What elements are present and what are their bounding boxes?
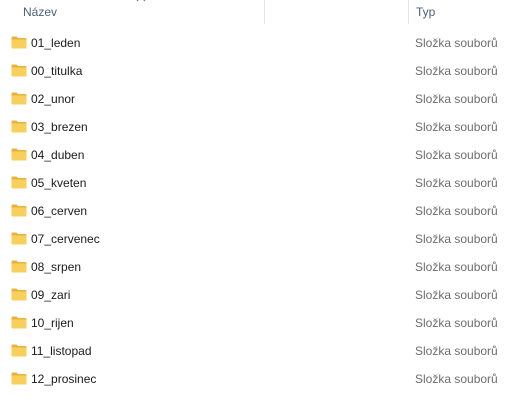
file-type: Složka souborů xyxy=(415,92,498,106)
file-row[interactable]: 00_titulka Složka souborů xyxy=(0,57,518,85)
file-name: 07_cervenec xyxy=(31,232,100,246)
file-type: Složka souborů xyxy=(415,344,498,358)
file-row[interactable]: 08_srpen Složka souborů xyxy=(0,253,518,281)
file-row[interactable]: 04_duben Složka souborů xyxy=(0,141,518,169)
file-row[interactable]: 07_cervenec Složka souborů xyxy=(0,225,518,253)
file-name: 08_srpen xyxy=(31,260,82,274)
file-type: Složka souborů xyxy=(415,176,498,190)
folder-icon xyxy=(11,120,27,133)
file-type: Složka souborů xyxy=(415,36,498,50)
file-name: 02_unor xyxy=(31,92,76,106)
file-name: 03_brezen xyxy=(31,120,88,134)
folder-icon xyxy=(11,64,27,77)
file-name: 09_zari xyxy=(31,288,71,302)
file-name: 05_kveten xyxy=(31,176,87,190)
folder-icon xyxy=(11,204,27,217)
file-type: Složka souborů xyxy=(415,260,498,274)
file-name: 04_duben xyxy=(31,148,85,162)
file-name: 01_leden xyxy=(31,36,81,50)
file-type: Složka souborů xyxy=(415,372,498,386)
folder-icon xyxy=(11,260,27,273)
file-list: 01_leden Složka souborů 00_titulka Složk… xyxy=(0,29,518,393)
file-explorer-list: Název Typ 01_leden Složka souborů 00_tit… xyxy=(0,0,518,401)
folder-icon xyxy=(11,36,27,49)
file-type: Složka souborů xyxy=(415,204,498,218)
column-header-name[interactable]: Název xyxy=(0,0,264,26)
folder-icon xyxy=(11,316,27,329)
file-type: Složka souborů xyxy=(415,120,498,134)
file-name: 06_cerven xyxy=(31,204,88,218)
file-row[interactable]: 02_unor Složka souborů xyxy=(0,85,518,113)
file-row[interactable]: 05_kveten Složka souborů xyxy=(0,169,518,197)
file-row[interactable]: 10_rijen Složka souborů xyxy=(0,309,518,337)
file-name: 00_titulka xyxy=(31,64,83,78)
file-type: Složka souborů xyxy=(415,316,498,330)
column-divider[interactable] xyxy=(264,0,265,24)
file-row[interactable]: 09_zari Složka souborů xyxy=(0,281,518,309)
folder-icon xyxy=(11,288,27,301)
sort-ascending-icon xyxy=(136,0,146,2)
column-header-type-label: Typ xyxy=(416,5,436,19)
file-type: Složka souborů xyxy=(415,232,498,246)
column-divider[interactable] xyxy=(408,0,409,24)
file-row[interactable]: 11_listopad Složka souborů xyxy=(0,337,518,365)
file-name: 10_rijen xyxy=(31,316,74,330)
column-header-type[interactable]: Typ xyxy=(410,0,518,26)
file-row[interactable]: 03_brezen Složka souborů xyxy=(0,113,518,141)
folder-icon xyxy=(11,92,27,105)
column-header-row: Název Typ xyxy=(0,0,518,26)
folder-icon xyxy=(11,176,27,189)
folder-icon xyxy=(11,344,27,357)
file-row[interactable]: 12_prosinec Složka souborů xyxy=(0,365,518,393)
file-row[interactable]: 06_cerven Složka souborů xyxy=(0,197,518,225)
file-row[interactable]: 01_leden Složka souborů xyxy=(0,29,518,57)
folder-icon xyxy=(11,232,27,245)
file-name: 12_prosinec xyxy=(31,372,97,386)
file-name: 11_listopad xyxy=(31,344,92,358)
folder-icon xyxy=(11,372,27,385)
file-type: Složka souborů xyxy=(415,148,498,162)
file-type: Složka souborů xyxy=(415,64,498,78)
folder-icon xyxy=(11,148,27,161)
file-type: Složka souborů xyxy=(415,288,498,302)
column-header-name-label: Název xyxy=(23,5,58,19)
